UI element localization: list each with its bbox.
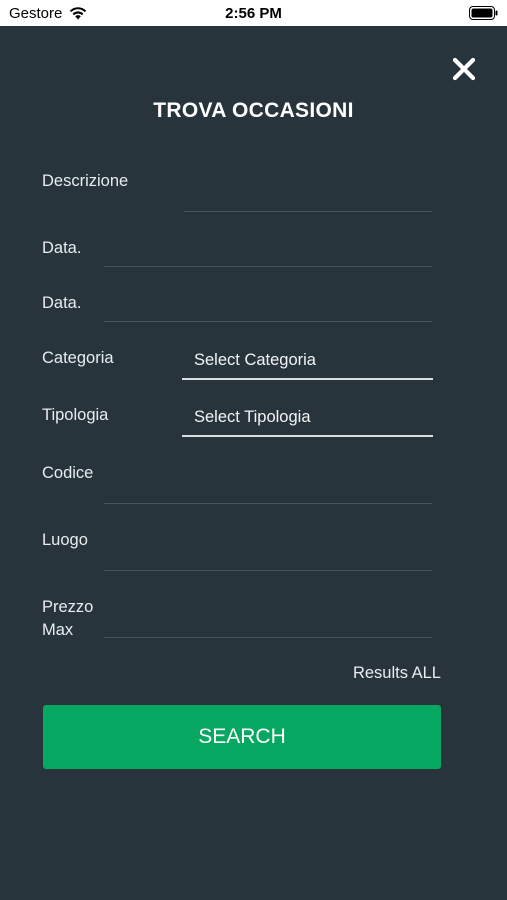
prezzo-label-line1: Prezzo [42, 598, 94, 616]
search-button[interactable]: SEARCH [43, 705, 441, 769]
categoria-select-value: Select Categoria [194, 351, 316, 369]
descrizione-input[interactable] [184, 180, 432, 212]
tipologia-select[interactable]: Select Tipologia [182, 399, 433, 437]
tipologia-select-value: Select Tipologia [194, 408, 311, 426]
luogo-input[interactable] [104, 539, 432, 571]
prezzo-max-input[interactable] [104, 606, 432, 638]
status-bar: Gestore 2:56 PM [0, 0, 507, 26]
results-count: Results ALL [352, 664, 441, 682]
close-button[interactable] [448, 53, 480, 85]
codice-input[interactable] [104, 472, 432, 504]
categoria-label: Categoria [42, 349, 114, 367]
codice-label: Codice [42, 464, 94, 482]
tipologia-label: Tipologia [42, 406, 109, 424]
prezzo-label-line2: Max [42, 621, 74, 639]
data-to-label: Data. [42, 294, 82, 312]
close-icon [452, 57, 476, 81]
data-from-input[interactable] [104, 235, 432, 267]
battery-icon [469, 6, 498, 20]
page-title: TROVA OCCASIONI [153, 99, 354, 122]
luogo-label: Luogo [42, 531, 88, 549]
data-to-input[interactable] [104, 290, 432, 322]
categoria-select[interactable]: Select Categoria [182, 342, 433, 380]
descrizione-label: Descrizione [42, 172, 129, 190]
clock: 2:56 PM [225, 5, 282, 22]
search-panel: TROVA OCCASIONI Descrizione Data. Data. … [0, 26, 507, 900]
data-from-label: Data. [42, 239, 82, 257]
